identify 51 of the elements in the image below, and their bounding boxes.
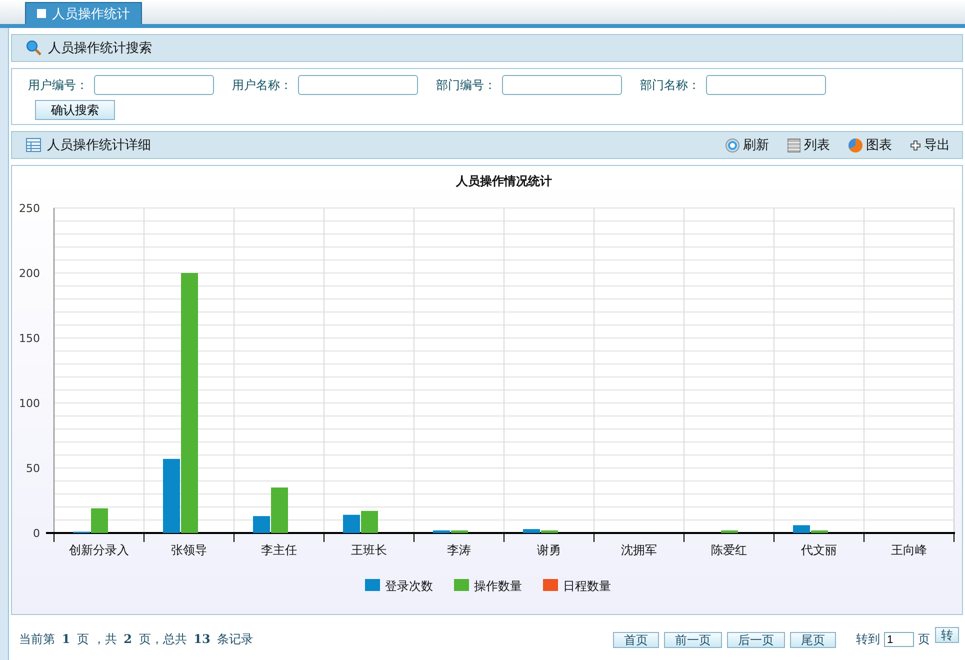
go-button[interactable]: 转	[935, 627, 959, 643]
legend-label: 操作数量	[474, 579, 522, 593]
field-label: 部门名称：	[640, 76, 700, 94]
input-field[interactable]	[502, 75, 622, 95]
axis-tick-label: 100	[19, 397, 40, 410]
search-button[interactable]: 确认搜索	[35, 100, 115, 120]
field-label: 用户名称：	[232, 76, 292, 94]
input-field[interactable]	[706, 75, 826, 95]
page-summary: 当前第 1 页 ，共 2 页，总共 13 条记录	[19, 631, 254, 648]
list-icon	[787, 138, 801, 152]
axis-tick-label: 250	[19, 202, 40, 215]
toolbar-button[interactable]: 刷新	[725, 136, 769, 154]
panel-title: 人员操作统计详细	[47, 137, 152, 154]
toolbar-button[interactable]: 列表	[787, 136, 830, 154]
category-label: 陈爱红	[711, 543, 747, 557]
axis-tick-label: 0	[33, 527, 40, 540]
panel-title: 人员操作统计搜索	[48, 40, 153, 57]
chart-title: 人员操作情况统计	[456, 174, 552, 188]
legend-label: 登录次数	[385, 579, 433, 593]
axis-tick-label: 50	[26, 462, 40, 475]
input-field[interactable]	[298, 75, 418, 95]
axis-tick-label: 150	[19, 332, 40, 345]
axis-tick-label: 200	[19, 267, 40, 280]
legend-label: 日程数量	[563, 579, 611, 593]
refresh-icon	[725, 138, 740, 152]
category-label: 王向峰	[891, 543, 927, 557]
category-label: 王班长	[351, 543, 387, 557]
category-label: 李涛	[447, 543, 471, 557]
field-label: 部门编号：	[436, 76, 496, 94]
pager-button[interactable]: 后一页	[727, 632, 785, 648]
category-label: 谢勇	[537, 543, 561, 557]
input-field[interactable]	[94, 75, 214, 95]
pager-button[interactable]: 尾页	[790, 632, 836, 648]
category-label: 张领导	[171, 543, 207, 557]
page-unit: 页	[918, 631, 930, 648]
page-input[interactable]: 1	[884, 632, 914, 647]
field-label: 用户编号：	[28, 76, 88, 94]
pager-button[interactable]: 前一页	[664, 632, 722, 648]
category-label: 李主任	[261, 543, 297, 557]
pie-chart-icon	[848, 138, 863, 152]
search-icon	[26, 40, 42, 56]
pager-button[interactable]: 首页	[613, 632, 659, 648]
toolbar-button[interactable]: 图表	[848, 136, 892, 154]
category-label: 代文丽	[801, 543, 837, 557]
plus-icon	[910, 140, 921, 150]
category-label: 创新分录入	[69, 543, 129, 557]
category-label: 沈拥军	[621, 543, 657, 557]
goto-label: 转到	[856, 631, 880, 648]
square-icon	[37, 9, 46, 18]
toolbar-button[interactable]: 导出	[910, 136, 950, 154]
table-icon	[26, 138, 41, 152]
